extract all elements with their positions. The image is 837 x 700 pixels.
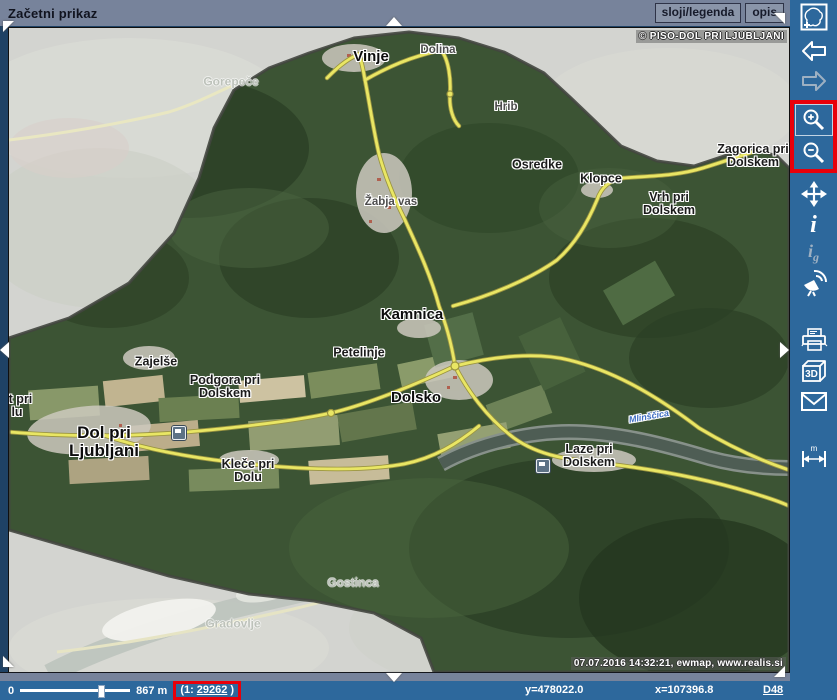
satellite-dish-icon	[800, 269, 828, 297]
coordinate-y: y=478022.0	[525, 684, 583, 696]
poi-train-icon	[536, 459, 550, 473]
coordinate-x: x=107396.8	[655, 684, 713, 696]
scale-ratio-suffix: )	[230, 684, 234, 696]
identify-graphic-button[interactable]: ig	[797, 239, 831, 267]
scale-bar-max: 867 m	[136, 685, 167, 697]
initial-view-button[interactable]	[797, 3, 831, 31]
page-title: Začetni prikaz	[8, 6, 98, 21]
scale-slider[interactable]	[20, 689, 130, 692]
zoom-out-button[interactable]	[797, 139, 831, 167]
datum-link[interactable]: D48	[763, 684, 783, 696]
scale-bar-min: 0	[8, 685, 14, 697]
forward-arrow-icon	[801, 69, 827, 93]
identify-button[interactable]: i	[797, 211, 831, 239]
map-area: GorepečeVinjeDolinaHribOsredkeKlopceVrh …	[0, 26, 790, 672]
highlight-box-zoom-tools	[790, 100, 837, 173]
zoom-out-icon	[801, 140, 827, 166]
scale-ratio-link[interactable]: 29262	[197, 684, 228, 696]
mail-button[interactable]	[797, 388, 831, 416]
pan-icon	[801, 181, 827, 207]
print-button[interactable]	[797, 326, 831, 354]
info-icon: i	[810, 213, 817, 237]
printer-icon	[800, 327, 828, 353]
measure-button[interactable]: m	[797, 442, 831, 470]
pan-east-arrow[interactable]	[780, 342, 789, 358]
pan-button[interactable]	[797, 180, 831, 208]
toolbar: i ig 3D m	[790, 0, 837, 700]
status-bar: 0 867 m (1: 29262 ) y=478022.0 x=107396.…	[0, 681, 790, 700]
measure-icon: m	[800, 443, 828, 469]
pan-northwest-arrow[interactable]	[3, 21, 14, 32]
zoom-in-button[interactable]	[797, 106, 831, 134]
pan-northeast-arrow[interactable]	[774, 13, 785, 24]
envelope-icon	[800, 391, 828, 413]
poi-station-icon	[172, 426, 186, 440]
map-viewport[interactable]: GorepečeVinjeDolinaHribOsredkeKlopceVrh …	[8, 27, 790, 673]
back-button[interactable]	[797, 37, 831, 65]
pan-west-arrow[interactable]	[0, 342, 9, 358]
map-attribution: 07.07.2016 14:32:21, ewmap, www.realis.s…	[571, 657, 786, 670]
pan-north-arrow[interactable]	[386, 17, 402, 26]
highlight-box-scale-ratio: (1: 29262 )	[173, 681, 241, 700]
svg-text:3D: 3D	[805, 369, 818, 380]
pan-southeast-arrow[interactable]	[774, 666, 785, 677]
map-image	[9, 28, 789, 672]
scale-slider-handle[interactable]	[98, 685, 105, 698]
gps-button[interactable]	[797, 269, 831, 297]
svg-text:m: m	[810, 444, 817, 453]
initial-view-icon	[800, 3, 828, 31]
3d-cube-icon: 3D	[800, 359, 828, 385]
back-arrow-icon	[801, 39, 827, 63]
scale-ratio-prefix: (1:	[180, 684, 193, 696]
zoom-in-icon	[801, 107, 827, 133]
pan-south-arrow[interactable]	[386, 673, 402, 682]
pan-southwest-arrow[interactable]	[3, 656, 14, 667]
3d-view-button[interactable]: 3D	[797, 358, 831, 386]
info-g-icon: ig	[808, 242, 819, 265]
map-copyright: © PISO-DOL PRI LJUBLJANI	[636, 30, 787, 43]
layers-legend-button[interactable]: sloji/legenda	[655, 3, 742, 23]
forward-button[interactable]	[797, 67, 831, 95]
